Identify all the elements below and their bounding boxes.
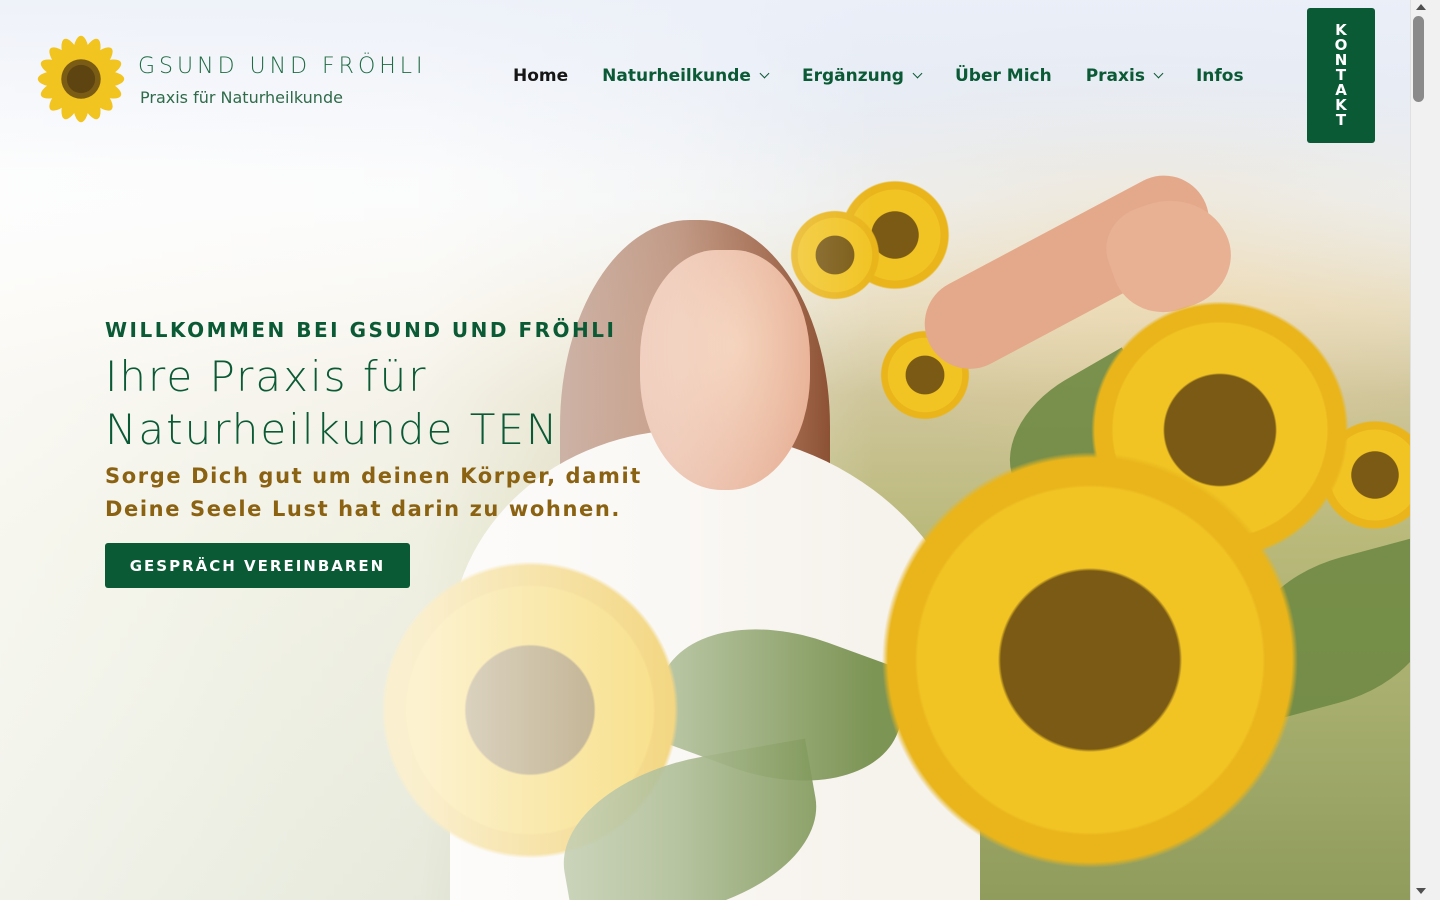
hero-tagline: Sorge Dich gut um deinen Körper, damit D… [105, 460, 725, 526]
nav-item-label: Infos [1195, 66, 1244, 86]
nav-item-home[interactable]: Home [496, 62, 585, 90]
nav-item-praxis[interactable]: Praxis [1069, 62, 1179, 90]
gespraech-vereinbaren-button[interactable]: GESPRÄCH VEREINBAREN [105, 543, 410, 588]
nav-item-label: Praxis [1085, 66, 1145, 86]
kontakt-label: KONTAKT [1335, 23, 1348, 128]
nav-item-label: Home [513, 66, 569, 86]
hero-headline: Ihre Praxis für Naturheilkunde TEN [105, 350, 725, 456]
hero-tagline-line: Sorge Dich gut um deinen Körper, damit [105, 464, 642, 488]
kontakt-letter: T [1335, 111, 1347, 129]
chevron-down-icon [1153, 68, 1164, 79]
nav-item-naturheilkunde[interactable]: Naturheilkunde [585, 62, 785, 90]
kontakt-button[interactable]: KONTAKT [1307, 8, 1375, 143]
scroll-up-arrow-icon[interactable] [1416, 4, 1426, 10]
nav-item-infos[interactable]: Infos [1179, 62, 1261, 90]
nav-item-ueber-mich[interactable]: Über Mich [938, 62, 1069, 90]
chevron-down-icon [759, 68, 770, 79]
nav-item-label: Über Mich [954, 66, 1052, 86]
hero-headline-line: Ihre Praxis für [105, 352, 428, 401]
hero-content: WILLKOMMEN BEI GSUND UND FRÖHLI Ihre Pra… [105, 318, 725, 526]
main-navigation: Home Naturheilkunde Ergänzung Über Mich … [496, 62, 1261, 90]
logo-title: GSUND UND FRÖHLI [138, 54, 427, 79]
nav-item-label: Naturheilkunde [602, 66, 751, 86]
chevron-down-icon [912, 68, 923, 79]
site-header: GSUND UND FRÖHLI Praxis für Naturheilkun… [0, 0, 1410, 150]
scroll-down-arrow-icon[interactable] [1416, 888, 1426, 894]
nav-item-label: Ergänzung [801, 66, 904, 86]
scrollbar-thumb[interactable] [1413, 16, 1424, 102]
hero-tagline-line: Deine Seele Lust hat darin zu wohnen. [105, 497, 621, 521]
logo-subtitle: Praxis für Naturheilkunde [140, 88, 343, 107]
site-logo[interactable]: GSUND UND FRÖHLI Praxis für Naturheilkun… [34, 32, 454, 128]
sunflower-logo-icon [37, 35, 125, 123]
hero-eyebrow: WILLKOMMEN BEI GSUND UND FRÖHLI [105, 318, 617, 342]
nav-item-ergaenzung[interactable]: Ergänzung [785, 62, 938, 90]
hero-headline-line: Naturheilkunde TEN [105, 405, 560, 454]
page-scrollbar[interactable] [1410, 0, 1440, 900]
